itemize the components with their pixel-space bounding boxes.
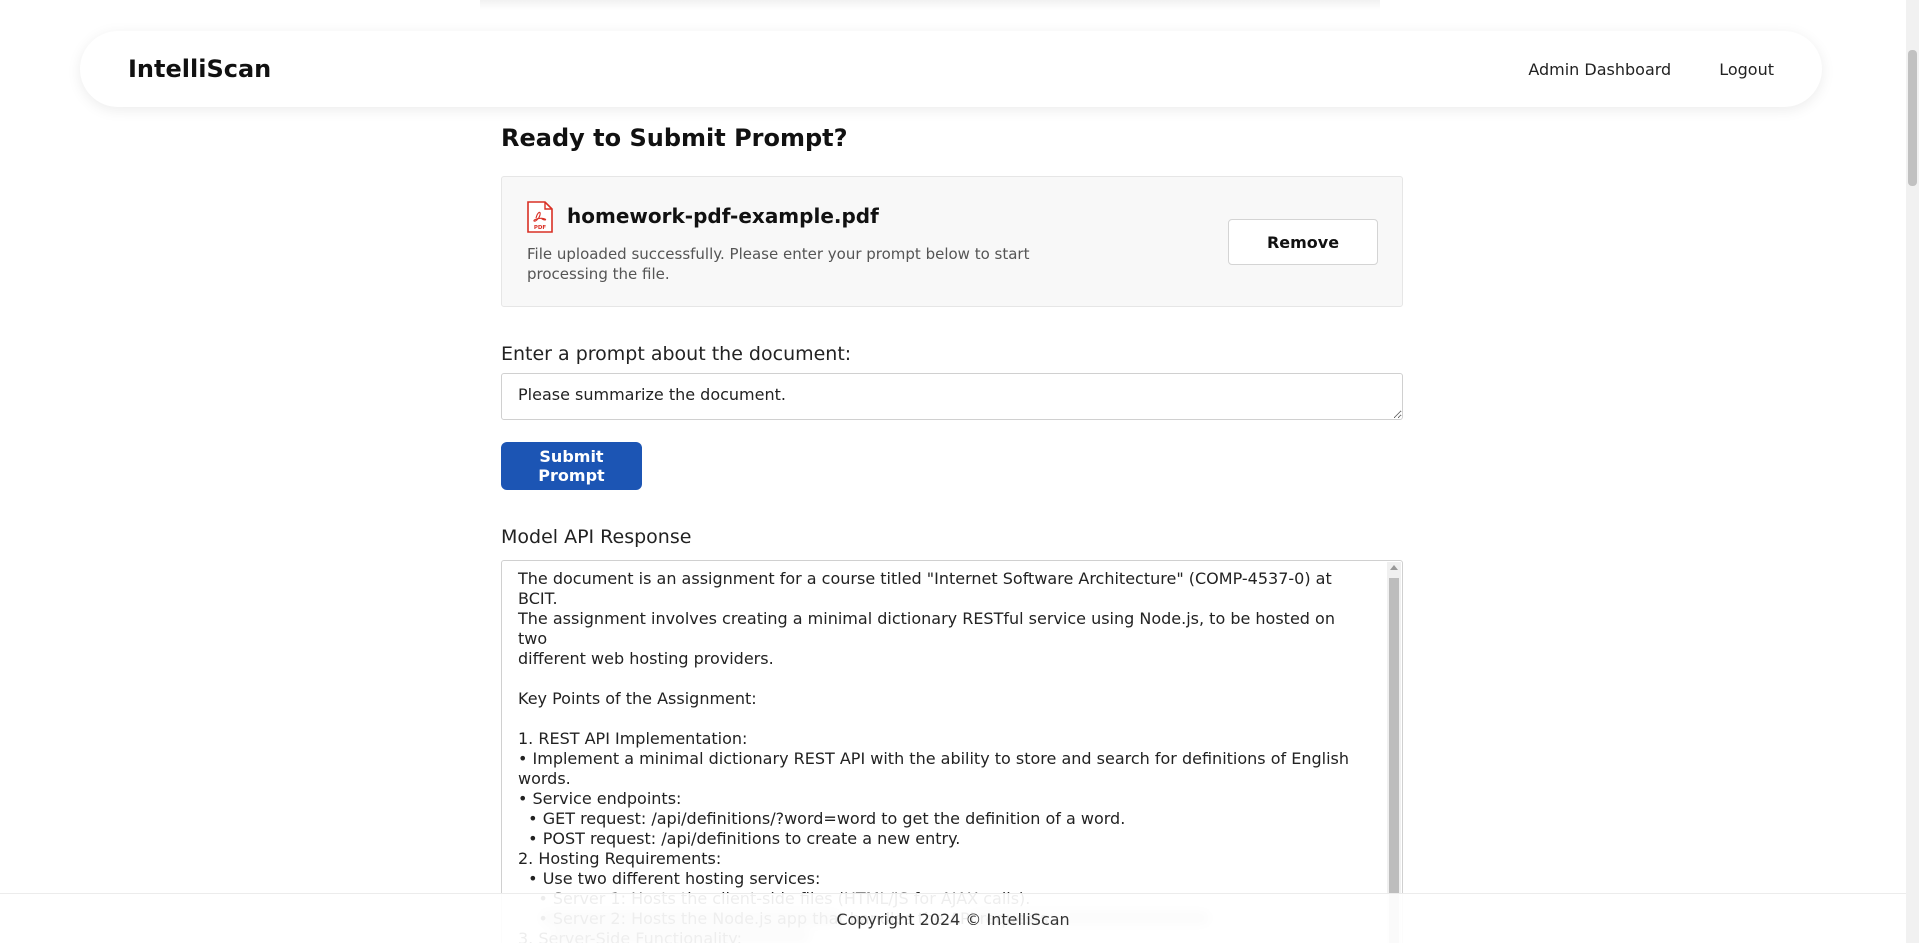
submit-prompt-button[interactable]: Submit Prompt [501, 442, 642, 490]
svg-text:PDF: PDF [534, 225, 547, 231]
prompt-label: Enter a prompt about the document: [501, 343, 852, 365]
copyright-text: Copyright 2024 © IntelliScan [836, 909, 1070, 929]
nav-link-admin-dashboard[interactable]: Admin Dashboard [1528, 60, 1671, 79]
page: IntelliScan Admin Dashboard Logout Ready… [0, 0, 1919, 943]
nav-link-logout[interactable]: Logout [1719, 60, 1774, 79]
uploaded-file-card: PDF homework-pdf-example.pdf File upload… [501, 176, 1403, 307]
upload-status-message: File uploaded successfully. Please enter… [527, 245, 1030, 283]
remove-file-button[interactable]: Remove [1228, 219, 1378, 265]
top-decoration [480, 0, 1380, 10]
response-textarea[interactable]: The document is an assignment for a cour… [501, 560, 1403, 943]
pdf-file-icon: PDF [527, 201, 553, 233]
scroll-up-arrow-icon[interactable] [1390, 565, 1398, 570]
prompt-textarea[interactable]: Please summarize the document. [501, 373, 1403, 420]
response-text: The document is an assignment for a cour… [518, 569, 1349, 943]
response-label: Model API Response [501, 526, 692, 548]
page-scrollbar[interactable] [1906, 0, 1919, 943]
response-scrollbar[interactable] [1387, 562, 1401, 943]
file-name: homework-pdf-example.pdf [567, 204, 879, 228]
nav-links: Admin Dashboard Logout [1528, 60, 1774, 79]
footer: Copyright 2024 © IntelliScan [0, 893, 1906, 943]
page-title: Ready to Submit Prompt? [501, 124, 848, 152]
main-content: Ready to Submit Prompt? PDF homework-pdf… [501, 120, 1403, 943]
response-scroll-thumb[interactable] [1389, 578, 1399, 943]
page-scroll-thumb[interactable] [1908, 50, 1917, 186]
navbar: IntelliScan Admin Dashboard Logout [80, 31, 1822, 107]
brand-logo[interactable]: IntelliScan [128, 55, 271, 83]
